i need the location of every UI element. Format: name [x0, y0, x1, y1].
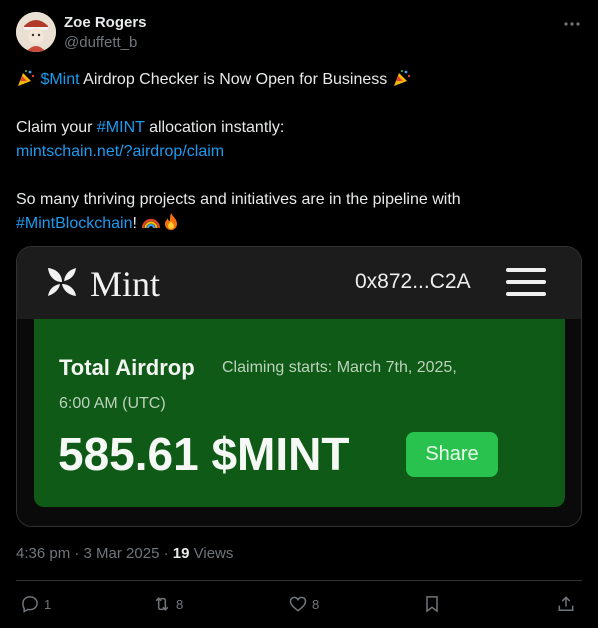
- rainbow-icon: [142, 218, 161, 229]
- hamburger-menu-icon: [506, 268, 546, 296]
- party-popper-icon: [393, 70, 410, 86]
- headline-text: Airdrop Checker is Now Open for Business: [79, 71, 392, 88]
- mint-logo-text: Mint: [90, 264, 161, 304]
- like-count: 8: [312, 596, 320, 612]
- claim-text: Claim your: [16, 119, 97, 136]
- tweet-date[interactable]: 3 Mar 2025: [84, 545, 160, 562]
- like-button[interactable]: 8: [288, 592, 319, 616]
- author-handle[interactable]: @duffett_b: [64, 34, 137, 51]
- ticker-link[interactable]: $Mint: [40, 71, 79, 88]
- share-tweet-button[interactable]: [556, 592, 576, 616]
- bookmark-button[interactable]: [422, 592, 442, 616]
- more-options-icon[interactable]: [562, 14, 582, 34]
- claim-url-link[interactable]: mintschain.net/?airdrop/claim: [16, 143, 224, 160]
- party-popper-icon: [18, 70, 35, 86]
- reply-button[interactable]: 1: [20, 592, 51, 616]
- tweet-line-1: $Mint Airdrop Checker is Now Open for Bu…: [16, 68, 582, 92]
- claiming-time-text: 6:00 AM (UTC): [59, 395, 166, 412]
- tweet-meta: 4:36 pm · 3 Mar 2025 · 19 Views: [16, 545, 234, 562]
- tweet-line-5: #MintBlockchain!: [16, 212, 582, 236]
- hashtag-mint[interactable]: #MINT: [97, 119, 145, 136]
- author-name[interactable]: Zoe Rogers: [64, 14, 147, 31]
- tweet-line-2: Claim your #MINT allocation instantly:: [16, 116, 582, 140]
- airdrop-card: Total Airdrop Claiming starts: March 7th…: [34, 319, 565, 507]
- tweet-header: Zoe Rogers @duffett_b: [16, 12, 582, 56]
- repost-icon: [155, 597, 169, 611]
- media-image[interactable]: Mint 0x872...C2A Total Airdrop Claiming …: [16, 246, 582, 527]
- repost-count: 8: [176, 596, 184, 612]
- hashtag-mintblockchain[interactable]: #MintBlockchain: [16, 215, 133, 232]
- reply-icon: [22, 596, 38, 613]
- mint-body: Total Airdrop Claiming starts: March 7th…: [17, 319, 581, 526]
- airdrop-amount: 585.61 $MINT: [58, 428, 350, 480]
- avatar[interactable]: [16, 12, 56, 52]
- tweet-line-4: So many thriving projects and initiative…: [16, 191, 461, 208]
- share-icon: [558, 596, 574, 611]
- claiming-start-text: Claiming starts: March 7th, 2025,: [222, 359, 457, 376]
- tweet-text: $Mint Airdrop Checker is Now Open for Bu…: [16, 68, 582, 236]
- heart-icon: [289, 596, 307, 612]
- reply-count: 1: [44, 596, 52, 612]
- card-title: Total Airdrop: [59, 355, 195, 380]
- views-count: 19: [172, 545, 190, 562]
- tweet-line-3: mintschain.net/?airdrop/claim: [16, 140, 582, 164]
- mint-leaf-logo-icon: [48, 268, 76, 296]
- repost-button[interactable]: 8: [152, 592, 183, 616]
- wallet-address: 0x872...C2A: [355, 270, 471, 293]
- divider: [16, 580, 582, 581]
- tweet-time[interactable]: 4:36 pm: [16, 545, 70, 562]
- allocation-text: allocation instantly:: [144, 119, 285, 136]
- fire-icon: [165, 213, 178, 230]
- share-button: Share: [406, 432, 498, 477]
- action-bar: 1 8 8: [16, 592, 582, 616]
- mint-navbar: Mint 0x872...C2A: [17, 247, 581, 319]
- exclaim-text: !: [132, 215, 137, 232]
- bookmark-icon: [426, 596, 438, 613]
- views-label: Views: [193, 545, 234, 562]
